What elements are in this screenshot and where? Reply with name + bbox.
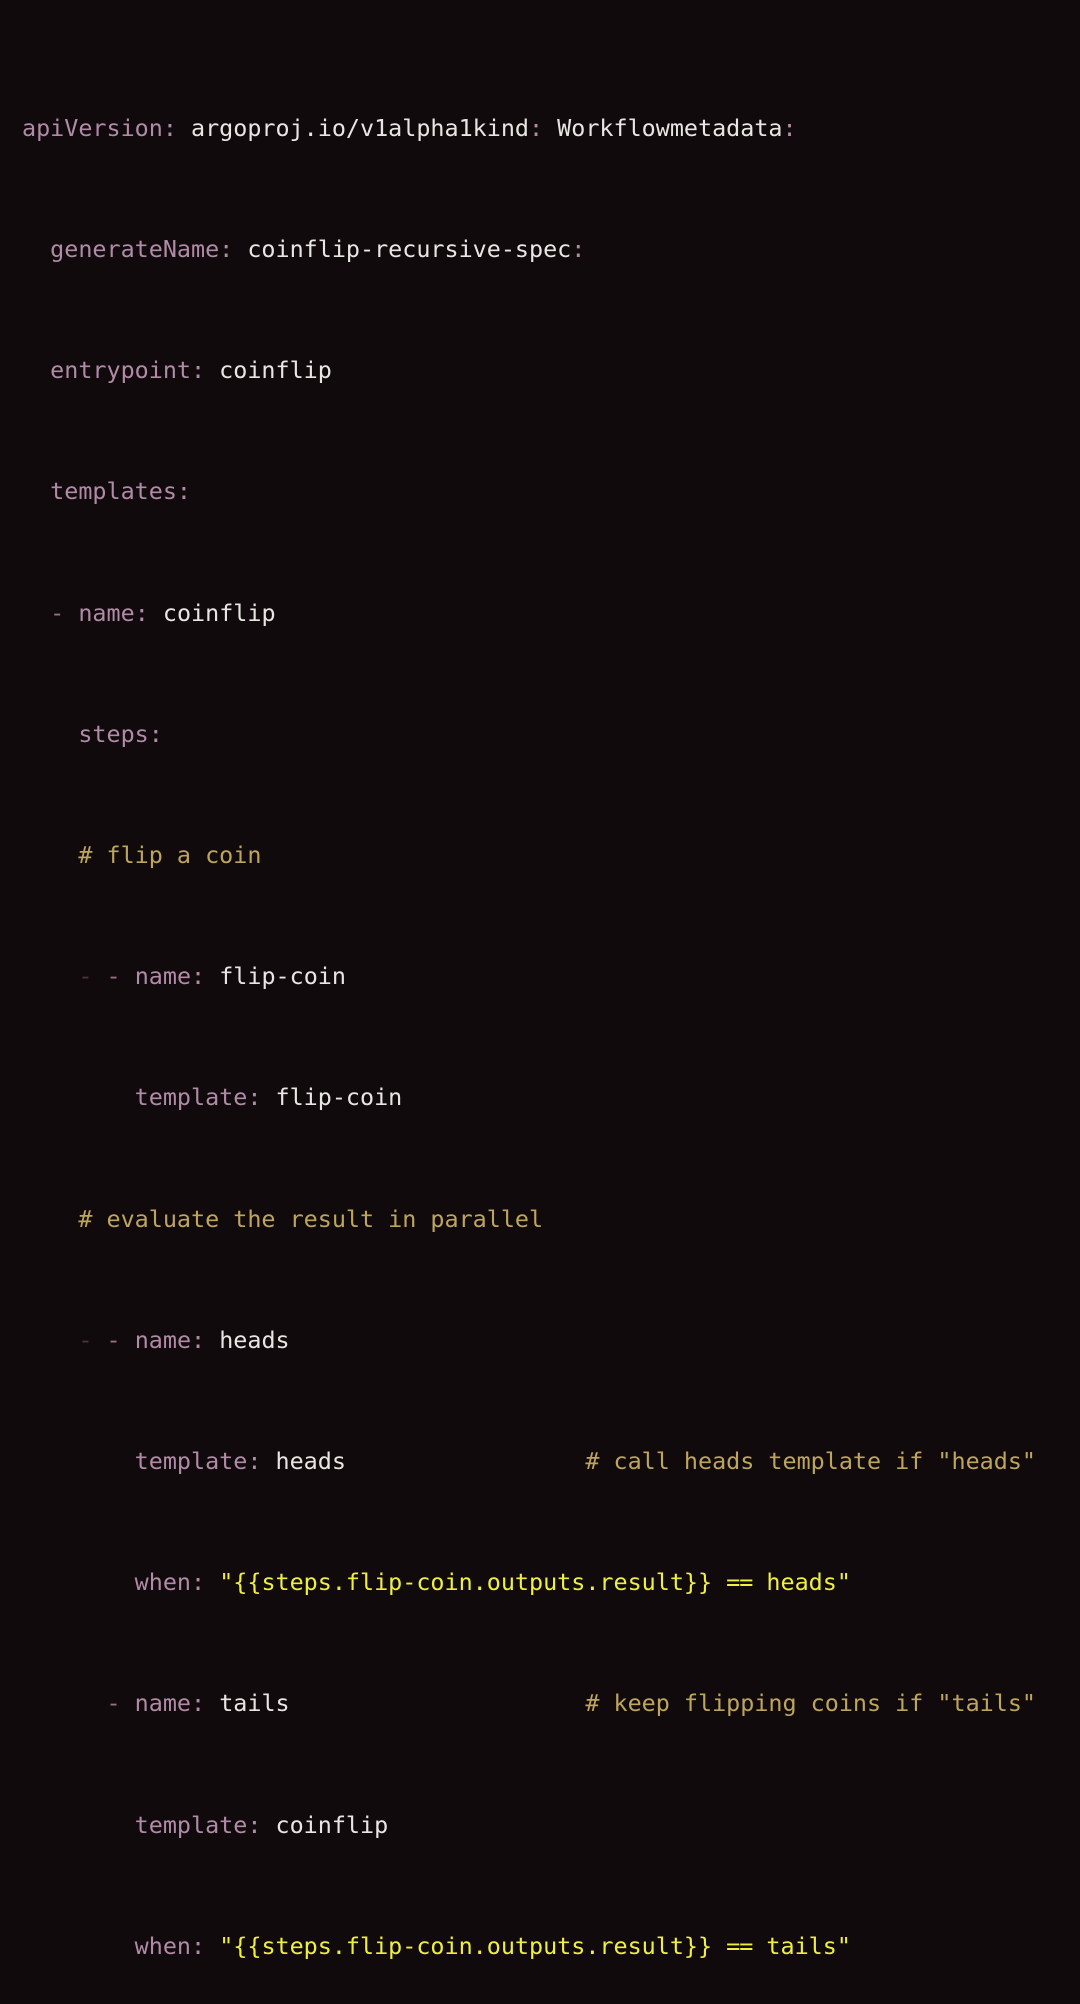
pad bbox=[290, 1689, 586, 1717]
code-line-4: templates: bbox=[22, 476, 1080, 506]
colon: : bbox=[247, 1810, 262, 1839]
yaml-value: flip-coin bbox=[205, 962, 346, 991]
yaml-string: "{{steps.flip-coin.outputs.result}} bbox=[205, 1568, 727, 1597]
pad bbox=[346, 1447, 585, 1475]
colon: : bbox=[191, 962, 206, 991]
colon: : bbox=[176, 477, 192, 506]
colon: : bbox=[191, 1325, 206, 1354]
colon: : bbox=[571, 235, 586, 264]
list-dash-marker: - bbox=[92, 962, 121, 991]
yaml-key: template bbox=[134, 1083, 248, 1112]
yaml-string: heads" bbox=[752, 1568, 851, 1597]
yaml-key: when bbox=[134, 1931, 192, 1960]
colon: : bbox=[247, 1446, 262, 1475]
yaml-value: coinflip bbox=[205, 356, 332, 385]
yaml-value: heads bbox=[261, 1446, 346, 1475]
list-dash-marker: - bbox=[50, 598, 65, 627]
yaml-key: name bbox=[120, 1689, 192, 1718]
yaml-string: tails" bbox=[752, 1931, 851, 1960]
yaml-value: coinflip bbox=[148, 598, 276, 627]
code-line-9: template: flip-coin bbox=[22, 1082, 1080, 1112]
colon: : bbox=[191, 1568, 206, 1597]
code-line-1: apiVersion: argoproj.io/v1alpha1kind: Wo… bbox=[22, 113, 1080, 143]
yaml-key: apiVersion bbox=[22, 113, 163, 142]
code-line-6: steps: bbox=[22, 719, 1080, 749]
code-line-7: # flip a coin bbox=[22, 840, 1080, 870]
yaml-value: tails bbox=[205, 1689, 290, 1718]
yaml-comment: # evaluate the result in parallel bbox=[78, 1204, 544, 1233]
colon: : bbox=[219, 235, 234, 264]
yaml-value: heads bbox=[205, 1325, 290, 1354]
yaml-key: when bbox=[134, 1568, 192, 1597]
code-line-5: - name: coinflip bbox=[22, 598, 1080, 628]
code-line-12: template: heads # call heads template if… bbox=[22, 1446, 1080, 1476]
colon: : bbox=[191, 1931, 206, 1960]
code-line-11: - - name: heads bbox=[22, 1325, 1080, 1355]
list-dash-marker: - bbox=[106, 1689, 121, 1718]
colon: : bbox=[162, 113, 177, 142]
list-dash-marker: - bbox=[92, 1325, 121, 1354]
yaml-key: name bbox=[120, 962, 192, 991]
code-line-3: entrypoint: coinflip bbox=[22, 355, 1080, 385]
yaml-value: Workflowmetadata bbox=[543, 113, 783, 142]
colon: : bbox=[528, 113, 544, 142]
yaml-key: templates bbox=[50, 477, 177, 506]
yaml-value: coinflip-recursive-spec bbox=[233, 235, 572, 264]
colon: : bbox=[134, 598, 149, 627]
equality-operator: == bbox=[726, 1568, 753, 1597]
yaml-key: entrypoint bbox=[50, 356, 191, 385]
yaml-key: name bbox=[120, 1325, 192, 1354]
yaml-string: "{{steps.flip-coin.outputs.result}} bbox=[205, 1931, 727, 1960]
yaml-key: name bbox=[64, 598, 135, 627]
yaml-value: coinflip bbox=[261, 1810, 389, 1839]
colon: : bbox=[191, 356, 206, 385]
yaml-key: template bbox=[134, 1446, 248, 1475]
yaml-key: steps bbox=[78, 719, 149, 748]
indent-guide-dash: - bbox=[78, 962, 93, 991]
yaml-value: argoproj.io/v1alpha1kind bbox=[176, 113, 529, 142]
code-line-14: - name: tails # keep flipping coins if "… bbox=[22, 1688, 1080, 1718]
colon: : bbox=[247, 1083, 262, 1112]
code-line-10: # evaluate the result in parallel bbox=[22, 1204, 1080, 1234]
yaml-key: template bbox=[134, 1810, 248, 1839]
yaml-comment: # flip a coin bbox=[78, 841, 262, 870]
code-line-2: generateName: coinflip-recursive-spec: bbox=[22, 234, 1080, 264]
yaml-comment: # keep flipping coins if "tails" bbox=[585, 1689, 1036, 1718]
yaml-value: flip-coin bbox=[261, 1083, 403, 1112]
code-editor-viewport[interactable]: apiVersion: argoproj.io/v1alpha1kind: Wo… bbox=[0, 0, 1080, 1960]
yaml-key: generateName bbox=[50, 235, 220, 264]
yaml-comment: # call heads template if "heads" bbox=[585, 1446, 1036, 1475]
code-line-15: template: coinflip bbox=[22, 1810, 1080, 1840]
equality-operator: == bbox=[726, 1931, 753, 1960]
colon: : bbox=[782, 113, 797, 142]
indent-guide-dash: - bbox=[78, 1325, 93, 1354]
code-line-16: when: "{{steps.flip-coin.outputs.result}… bbox=[22, 1931, 1080, 1961]
colon: : bbox=[191, 1689, 206, 1718]
colon: : bbox=[148, 719, 163, 748]
code-line-8: - - name: flip-coin bbox=[22, 961, 1080, 991]
code-line-13: when: "{{steps.flip-coin.outputs.result}… bbox=[22, 1567, 1080, 1597]
